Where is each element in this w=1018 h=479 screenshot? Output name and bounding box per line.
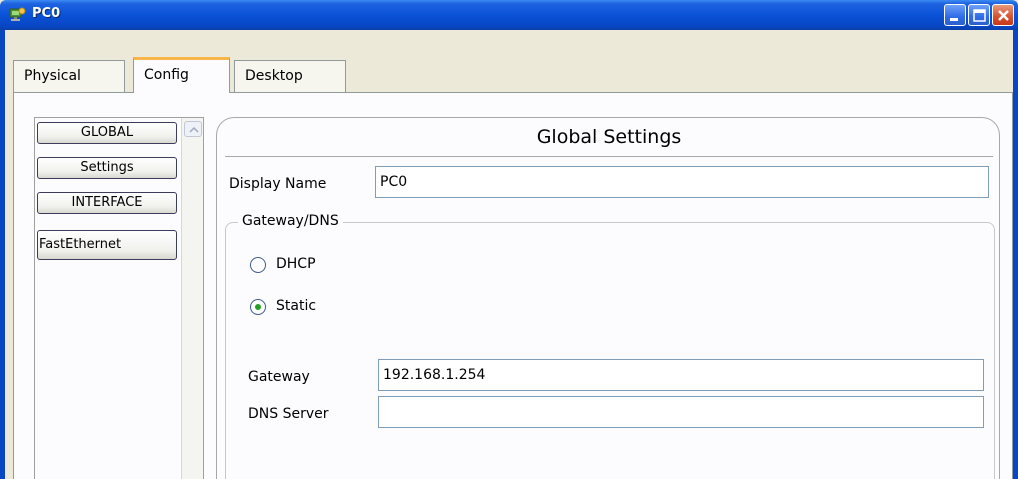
nav-interface-header[interactable]: INTERFACE [37,192,177,214]
minimize-button[interactable] [944,4,966,26]
nav-global-header[interactable]: GLOBAL [37,122,177,144]
dhcp-label: DHCP [276,256,316,272]
maximize-icon [973,9,986,22]
tab-physical[interactable]: Physical [13,60,125,92]
window-title: PC0 [32,6,61,21]
minimize-icon [950,18,958,21]
pc-icon [9,7,26,21]
chevron-up-icon [189,126,199,133]
dhcp-radio[interactable] [250,257,266,273]
nav-fastethernet[interactable]: FastEthernet [37,230,177,260]
tab-desktop[interactable]: Desktop [234,60,346,92]
config-panel: GLOBAL Settings INTERFACE FastEthernet G… [13,92,1013,479]
global-settings-panel: Global Settings Display Name PC0 Gateway… [216,117,1000,479]
nav-settings[interactable]: Settings [37,157,177,179]
window-frame-right [1013,30,1018,479]
static-label: Static [276,298,317,314]
dns-server-label: DNS Server [248,406,329,422]
title-bar[interactable]: PC0 [0,0,1018,30]
gateway-label: Gateway [248,369,310,385]
gateway-dns-legend: Gateway/DNS [238,213,343,229]
close-button[interactable] [992,4,1014,26]
dns-server-field[interactable] [378,396,984,428]
static-radio[interactable] [250,299,266,315]
display-name-field[interactable]: PC0 [375,166,989,198]
radio-selected-dot [255,304,261,310]
gateway-dns-group: Gateway/DNS DHCP Static Gateway 192.168.… [225,213,995,479]
gateway-field[interactable]: 192.168.1.254 [378,359,984,391]
display-name-label: Display Name [229,176,327,192]
tab-bar: Physical Config Desktop [5,30,1013,98]
close-icon [998,10,1009,21]
tab-config[interactable]: Config [133,57,230,93]
scroll-up-button[interactable] [184,121,202,137]
maximize-button[interactable] [968,4,990,26]
config-nav-list: GLOBAL Settings INTERFACE FastEthernet [34,117,204,479]
divider [225,156,993,157]
nav-scrollbar[interactable] [181,118,203,479]
settings-title: Global Settings [536,126,682,148]
